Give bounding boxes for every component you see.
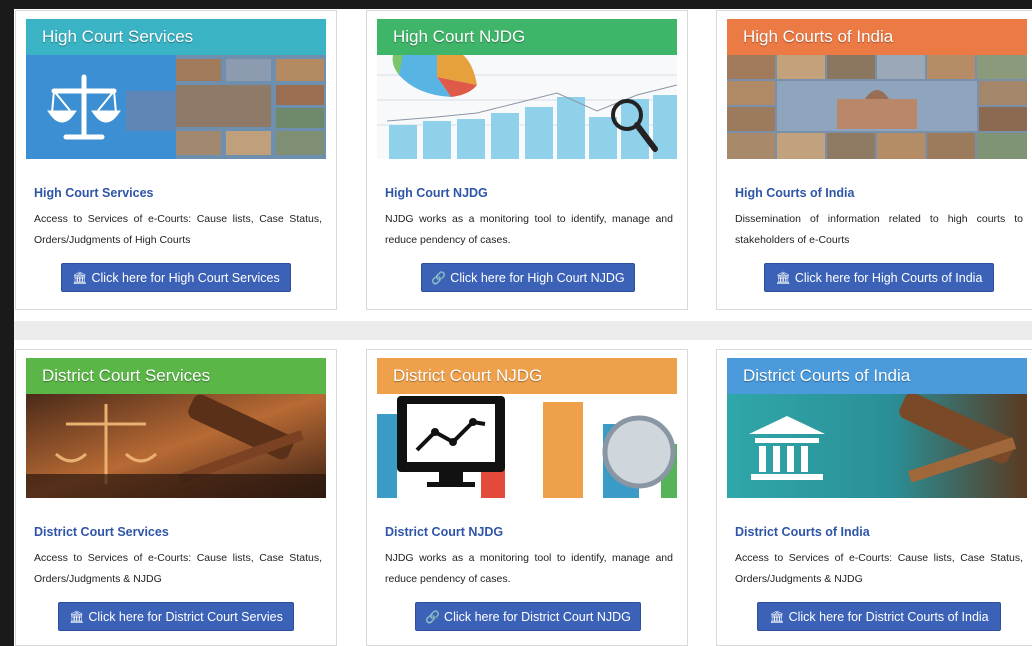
card-district-court-njdg: District Court NJDG District Court NJDG … [366, 349, 688, 646]
button-label: Click here for High Court NJDG [450, 271, 625, 285]
bank-icon: 🏛 [72, 271, 88, 285]
district-courts-of-india-banner [727, 394, 1027, 498]
card-title: District Court Services [34, 525, 169, 539]
card-title: High Courts of India [735, 186, 855, 200]
district-court-services-button[interactable]: 🏛 Click here for District Court Servies [58, 602, 294, 631]
district-court-njdg-button[interactable]: 🔗 Click here for District Court NJDG [415, 602, 641, 631]
card-description: Dissemination of information related to … [735, 213, 1023, 246]
card-description: Access to Services of e-Courts: Cause li… [34, 213, 322, 246]
link-icon: 🔗 [431, 271, 447, 285]
card-title: District Court NJDG [385, 525, 504, 539]
card-header: High Court Services [26, 19, 326, 55]
button-label: Click here for District Court Servies [88, 610, 283, 624]
card-description: NJDG works as a monitoring tool to ident… [385, 552, 673, 585]
card-high-courts-of-india: High Courts of India High Courts of Indi… [716, 10, 1032, 310]
card-description: NJDG works as a monitoring tool to ident… [385, 213, 673, 246]
card-high-court-services: High Court Services High Court Services … [15, 10, 337, 310]
card-header: High Courts of India [727, 19, 1027, 55]
button-label: Click here for High Courts of India [794, 271, 983, 285]
card-description: Access to Services of e-Courts: Cause li… [735, 552, 1023, 585]
card-title: High Court Services [34, 186, 154, 200]
district-court-services-banner [26, 394, 326, 498]
card-title: High Court NJDG [385, 186, 488, 200]
photo-frame-top [0, 0, 1032, 9]
bank-icon: 🏛 [775, 271, 791, 285]
district-court-njdg-banner [377, 394, 677, 498]
card-high-court-njdg: High Court NJDG High Court NJDG NJDG wor… [366, 10, 688, 310]
card-district-courts-of-india: District Courts of India District Courts… [716, 349, 1032, 646]
bank-icon: 🏛 [769, 610, 785, 624]
high-court-services-button[interactable]: 🏛 Click here for High Court Services [61, 263, 291, 292]
bank-icon: 🏛 [69, 610, 85, 624]
high-court-njdg-button[interactable]: 🔗 Click here for High Court NJDG [421, 263, 635, 292]
card-header: District Court NJDG [377, 358, 677, 394]
high-courts-of-india-banner [727, 55, 1027, 159]
high-courts-of-india-button[interactable]: 🏛 Click here for High Courts of India [764, 263, 994, 292]
card-header: District Court Services [26, 358, 326, 394]
card-district-court-services: District Court Services District Court S… [15, 349, 337, 646]
photo-frame-left [0, 0, 14, 646]
high-court-njdg-banner [377, 55, 677, 159]
card-header: High Court NJDG [377, 19, 677, 55]
district-courts-of-india-button[interactable]: 🏛 Click here for District Courts of India [757, 602, 1001, 631]
card-header: District Courts of India [727, 358, 1027, 394]
card-description: Access to Services of e-Courts: Cause li… [34, 552, 322, 585]
button-label: Click here for District Courts of India [788, 610, 989, 624]
button-label: Click here for District Court NJDG [444, 610, 631, 624]
button-label: Click here for High Court Services [91, 271, 280, 285]
high-court-services-banner [26, 55, 326, 159]
card-title: District Courts of India [735, 525, 870, 539]
link-icon: 🔗 [425, 610, 441, 624]
